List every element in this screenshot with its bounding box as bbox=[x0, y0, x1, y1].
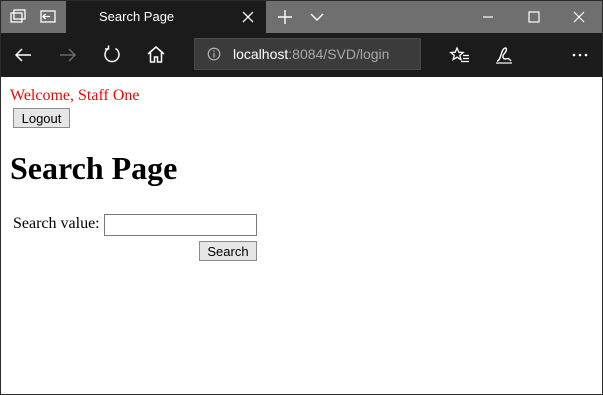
address-path: :8084/SVD/login bbox=[288, 46, 390, 62]
back-icon[interactable] bbox=[11, 43, 35, 67]
search-input[interactable] bbox=[104, 214, 257, 236]
new-tab-icon[interactable] bbox=[275, 7, 295, 27]
page-title: Search Page bbox=[10, 150, 178, 186]
maximize-button[interactable] bbox=[511, 1, 557, 33]
tabs-icon[interactable] bbox=[8, 7, 28, 27]
chevron-down-icon[interactable] bbox=[307, 7, 327, 27]
home-icon[interactable] bbox=[144, 43, 168, 67]
logout-button[interactable]: Logout bbox=[13, 108, 70, 128]
window-close-button[interactable] bbox=[556, 1, 602, 33]
more-icon[interactable] bbox=[568, 43, 592, 67]
notes-icon[interactable] bbox=[492, 43, 516, 67]
search-button[interactable]: Search bbox=[199, 241, 257, 261]
tab-search-page[interactable]: Search Page bbox=[66, 1, 266, 33]
address-host: localhost bbox=[233, 46, 289, 62]
page-content: Welcome, Staff One Logout Search Page Se… bbox=[1, 77, 602, 394]
minimize-button[interactable] bbox=[465, 1, 511, 33]
minimize-icon bbox=[483, 16, 493, 18]
close-icon[interactable] bbox=[241, 10, 255, 24]
tab-bar: Search Page bbox=[1, 1, 602, 33]
forward-icon[interactable] bbox=[56, 43, 80, 67]
tab-title: Search Page bbox=[99, 9, 175, 24]
search-label: Search value: bbox=[13, 215, 100, 232]
close-icon bbox=[573, 11, 585, 23]
info-icon[interactable] bbox=[207, 47, 221, 61]
address-text: localhost:8084/SVD/login bbox=[233, 46, 389, 62]
refresh-icon[interactable] bbox=[100, 43, 124, 67]
browser-window: Search Page localhost:8084/SVD/login Wel… bbox=[0, 0, 603, 395]
navigation-bar: localhost:8084/SVD/login bbox=[1, 33, 602, 77]
set-aside-tabs-icon[interactable] bbox=[38, 7, 58, 27]
welcome-message: Welcome, Staff One bbox=[10, 87, 140, 104]
favorites-icon[interactable] bbox=[448, 43, 472, 67]
maximize-icon bbox=[528, 11, 540, 23]
address-bar[interactable]: localhost:8084/SVD/login bbox=[194, 38, 421, 70]
